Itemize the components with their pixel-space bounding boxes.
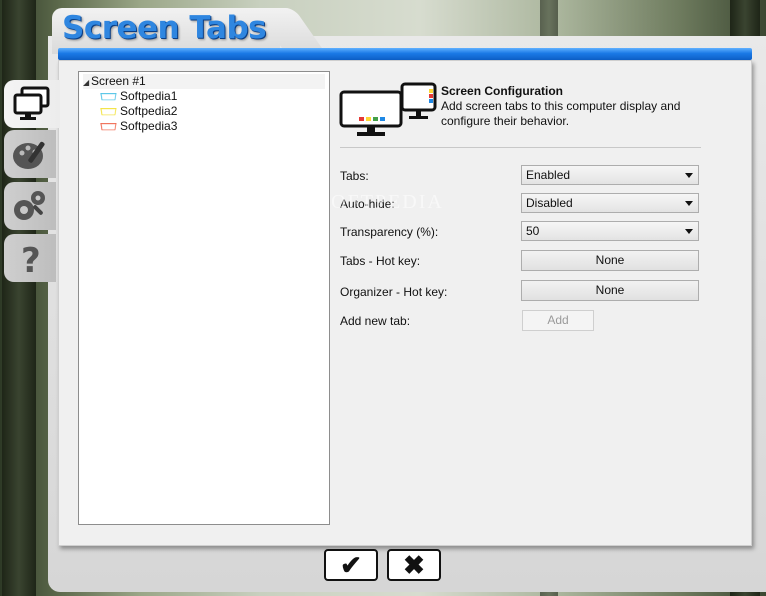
tab-screens[interactable] bbox=[4, 80, 60, 128]
transparency-select[interactable]: 50 bbox=[521, 221, 699, 241]
tabs-label: Tabs: bbox=[340, 169, 369, 183]
tabs-hotkey-button[interactable]: None bbox=[521, 250, 699, 271]
config-title: Screen Configuration bbox=[441, 84, 564, 98]
organizer-hotkey-button[interactable]: None bbox=[521, 280, 699, 301]
tree-item-label: Softpedia1 bbox=[120, 89, 178, 103]
organizer-hotkey-label: Organizer - Hot key: bbox=[340, 285, 448, 299]
tree-item[interactable]: Softpedia3 bbox=[101, 119, 177, 134]
tree-root-item[interactable]: ◢ Screen #1 bbox=[83, 74, 325, 89]
tabs-select-value: Enabled bbox=[526, 168, 571, 182]
tab-appearance[interactable] bbox=[4, 130, 56, 178]
tree-root-label: Screen #1 bbox=[91, 74, 146, 88]
ok-button[interactable]: ✔ bbox=[324, 549, 378, 581]
monitor-icon bbox=[13, 86, 50, 120]
chevron-down-icon bbox=[685, 201, 693, 206]
transparency-label: Transparency (%): bbox=[340, 225, 439, 239]
tree-item[interactable]: Softpedia1 bbox=[101, 89, 177, 104]
close-icon: ✖ bbox=[403, 549, 425, 580]
tree-item-label: Softpedia3 bbox=[120, 119, 178, 133]
tab-help[interactable]: ? bbox=[4, 234, 56, 282]
title-accent-bar bbox=[58, 48, 752, 60]
app-title: Screen Tabs bbox=[62, 10, 267, 46]
tab-color-icon bbox=[100, 108, 116, 115]
chevron-down-icon bbox=[685, 173, 693, 178]
tabs-select[interactable]: Enabled bbox=[521, 165, 699, 185]
tab-color-icon bbox=[100, 123, 116, 130]
divider bbox=[340, 147, 701, 148]
autohide-label: Auto-hide: bbox=[340, 197, 395, 211]
add-tab-label: Add new tab: bbox=[340, 314, 411, 328]
autohide-select[interactable]: Disabled bbox=[521, 193, 699, 213]
autohide-select-value: Disabled bbox=[526, 196, 573, 210]
tabs-hotkey-label: Tabs - Hot key: bbox=[340, 254, 421, 268]
cancel-button[interactable]: ✖ bbox=[387, 549, 441, 581]
tree-item[interactable]: Softpedia2 bbox=[101, 104, 177, 119]
config-description: Add screen tabs to this computer display… bbox=[441, 99, 681, 128]
question-icon: ? bbox=[21, 241, 41, 276]
palette-icon bbox=[13, 141, 45, 169]
tab-settings[interactable] bbox=[4, 182, 56, 230]
transparency-select-value: 50 bbox=[526, 224, 540, 238]
screen-tree[interactable]: ◢ Screen #1 Softpedia1 Softpedia2 Softped… bbox=[78, 71, 330, 525]
expand-arrow-icon[interactable]: ◢ bbox=[83, 75, 91, 90]
tab-color-icon bbox=[100, 93, 116, 100]
gears-icon bbox=[14, 191, 45, 220]
tree-item-label: Softpedia2 bbox=[120, 104, 178, 118]
add-tab-button[interactable]: Add bbox=[522, 310, 594, 331]
checkmark-icon: ✔ bbox=[340, 549, 362, 580]
screen-config-icon bbox=[339, 82, 437, 136]
chevron-down-icon bbox=[685, 229, 693, 234]
svg-text:?: ? bbox=[21, 241, 41, 276]
